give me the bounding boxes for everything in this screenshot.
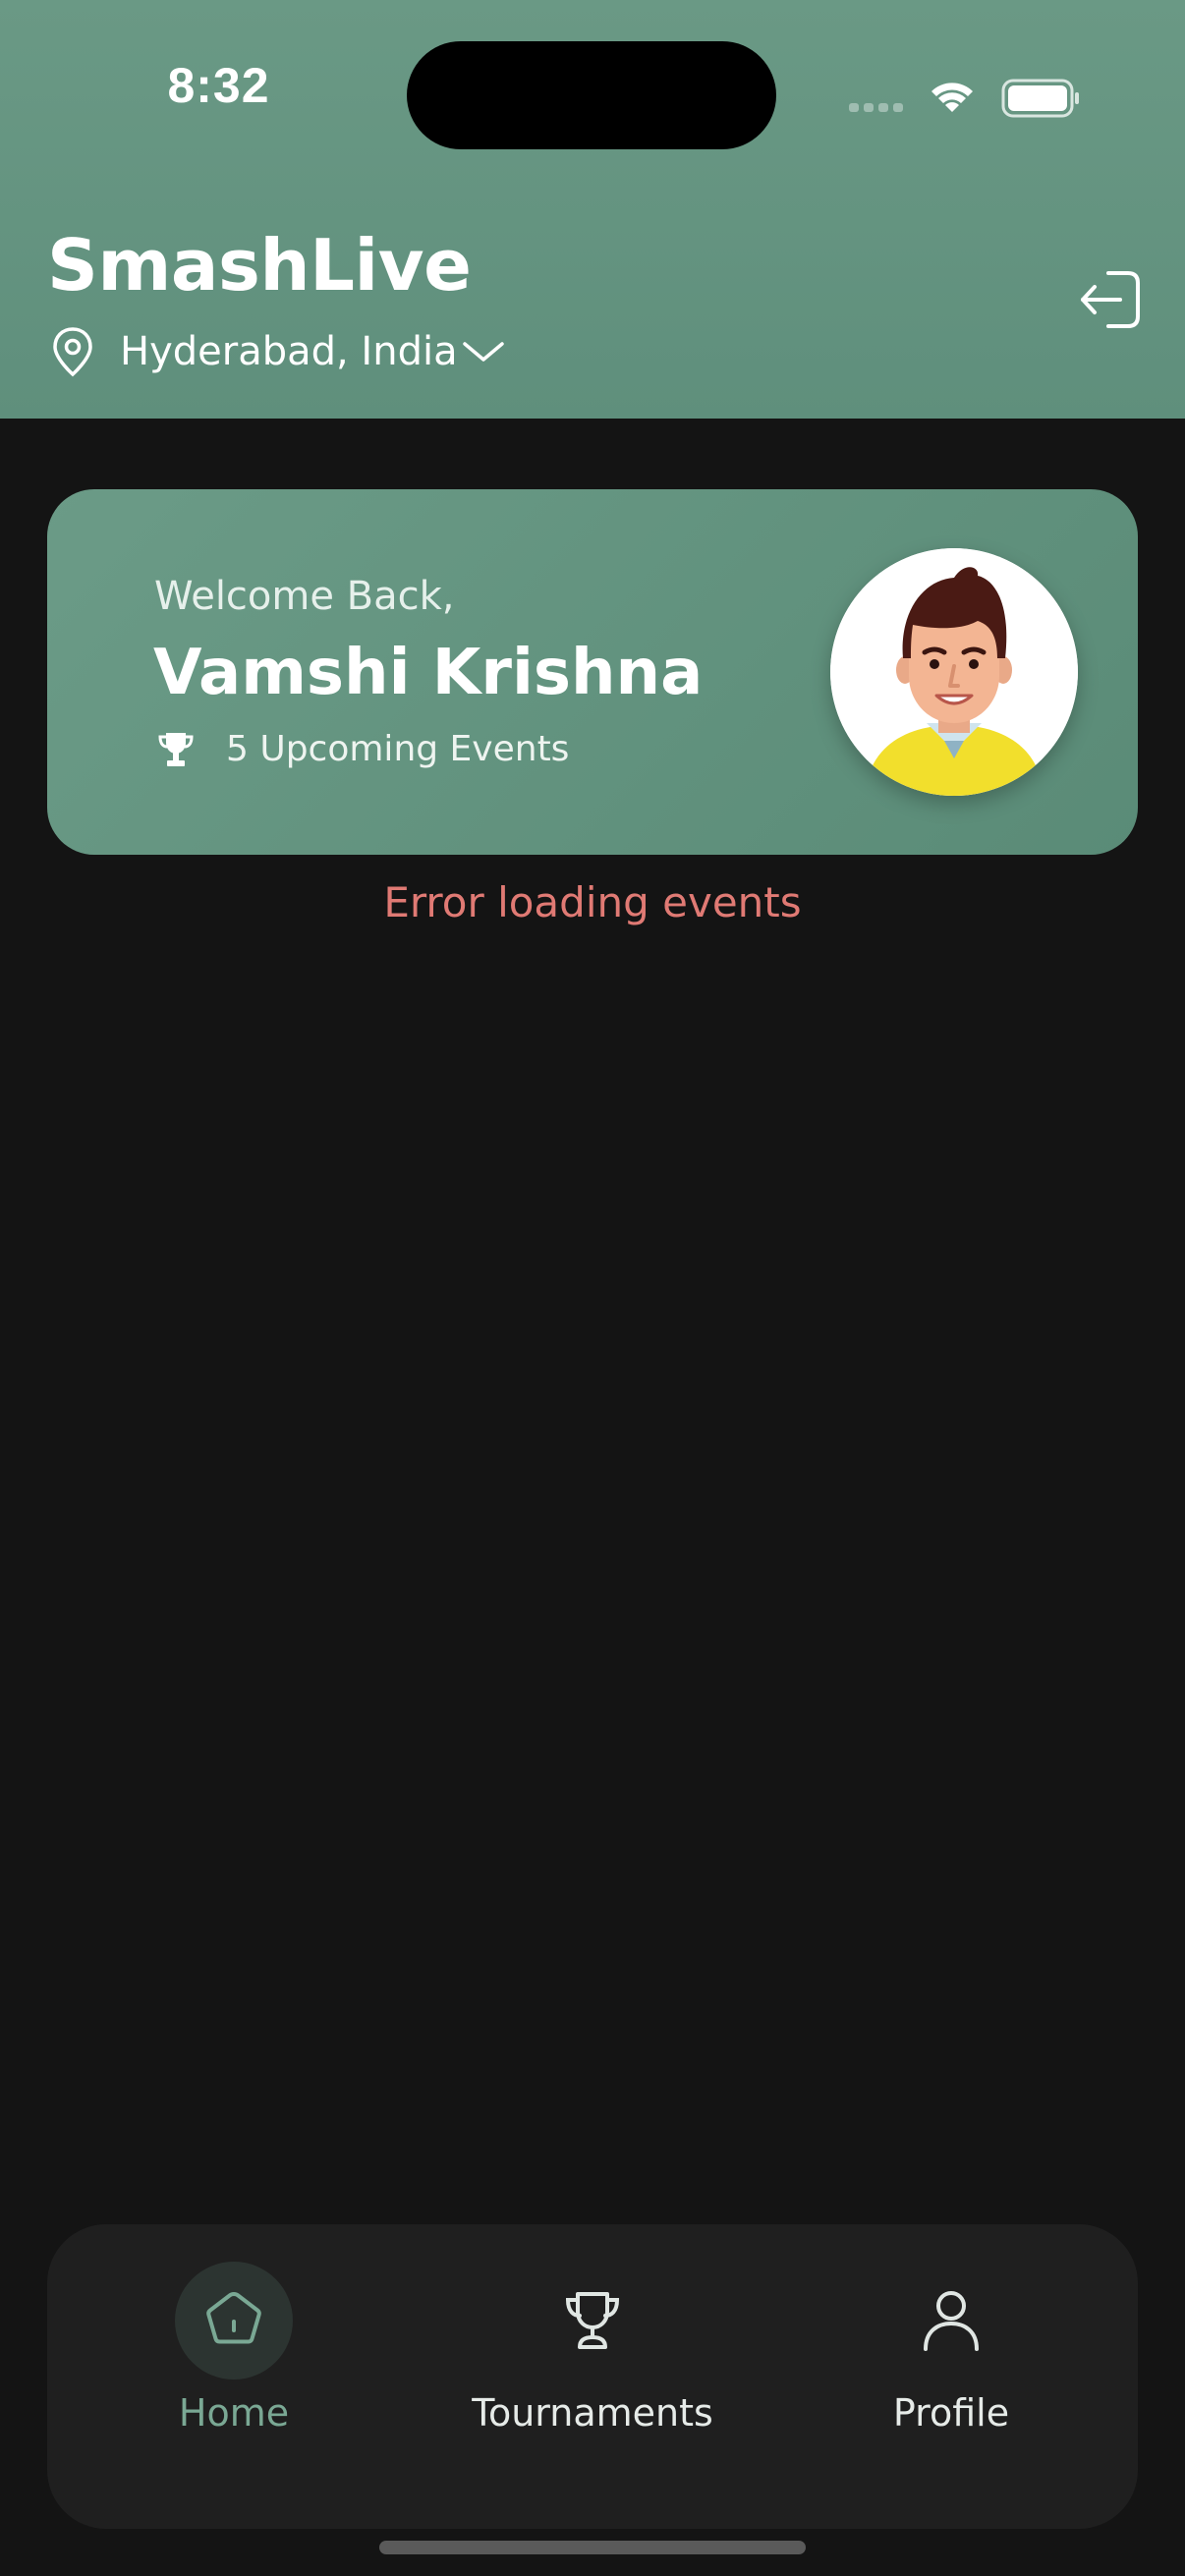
nav-item-tournaments[interactable]: Tournaments [425, 2244, 760, 2440]
avatar-illustration [830, 548, 1078, 796]
status-time: 8:32 [167, 58, 270, 113]
avatar[interactable] [830, 548, 1078, 796]
status-icons [849, 79, 1079, 118]
upcoming-events-label: 5 Upcoming Events [226, 729, 570, 769]
user-name: Vamshi Krishna [153, 637, 704, 709]
logout-icon[interactable] [1077, 265, 1146, 334]
app-header: 8:32 SmashLive Hyderabad, India [0, 0, 1185, 419]
app-title: SmashLive [47, 224, 472, 307]
wifi-icon [931, 83, 973, 112]
nav-label-home: Home [178, 2391, 290, 2435]
nav-label-tournaments: Tournaments [472, 2391, 713, 2435]
nav-tournaments-icon-bg [534, 2262, 651, 2380]
nav-item-home[interactable]: Home [67, 2244, 401, 2440]
person-icon [924, 2291, 979, 2351]
welcome-greeting: Welcome Back, [154, 574, 455, 619]
trophy-icon [565, 2292, 620, 2349]
nav-label-profile: Profile [892, 2391, 1010, 2435]
battery-icon [1001, 79, 1079, 118]
error-message: Error loading events [383, 878, 802, 926]
trophy-icon [158, 732, 194, 766]
home-indicator [379, 2541, 806, 2554]
location-label: Hyderabad, India [120, 329, 458, 374]
nav-home-icon-bg [175, 2262, 293, 2380]
nav-profile-icon-bg [892, 2262, 1010, 2380]
dynamic-island [407, 41, 776, 149]
bottom-nav: Home Tournaments Profile [47, 2224, 1138, 2529]
location-pin-icon [53, 327, 92, 377]
home-icon [206, 2292, 261, 2344]
chevron-down-icon [462, 342, 504, 362]
nav-item-profile[interactable]: Profile [784, 2244, 1118, 2440]
upcoming-events: 5 Upcoming Events [157, 729, 569, 769]
location-selector[interactable]: Hyderabad, India [51, 324, 505, 379]
welcome-card: Welcome Back, Vamshi Krishna 5 Upcoming … [47, 489, 1138, 855]
signal-icon [849, 103, 903, 112]
